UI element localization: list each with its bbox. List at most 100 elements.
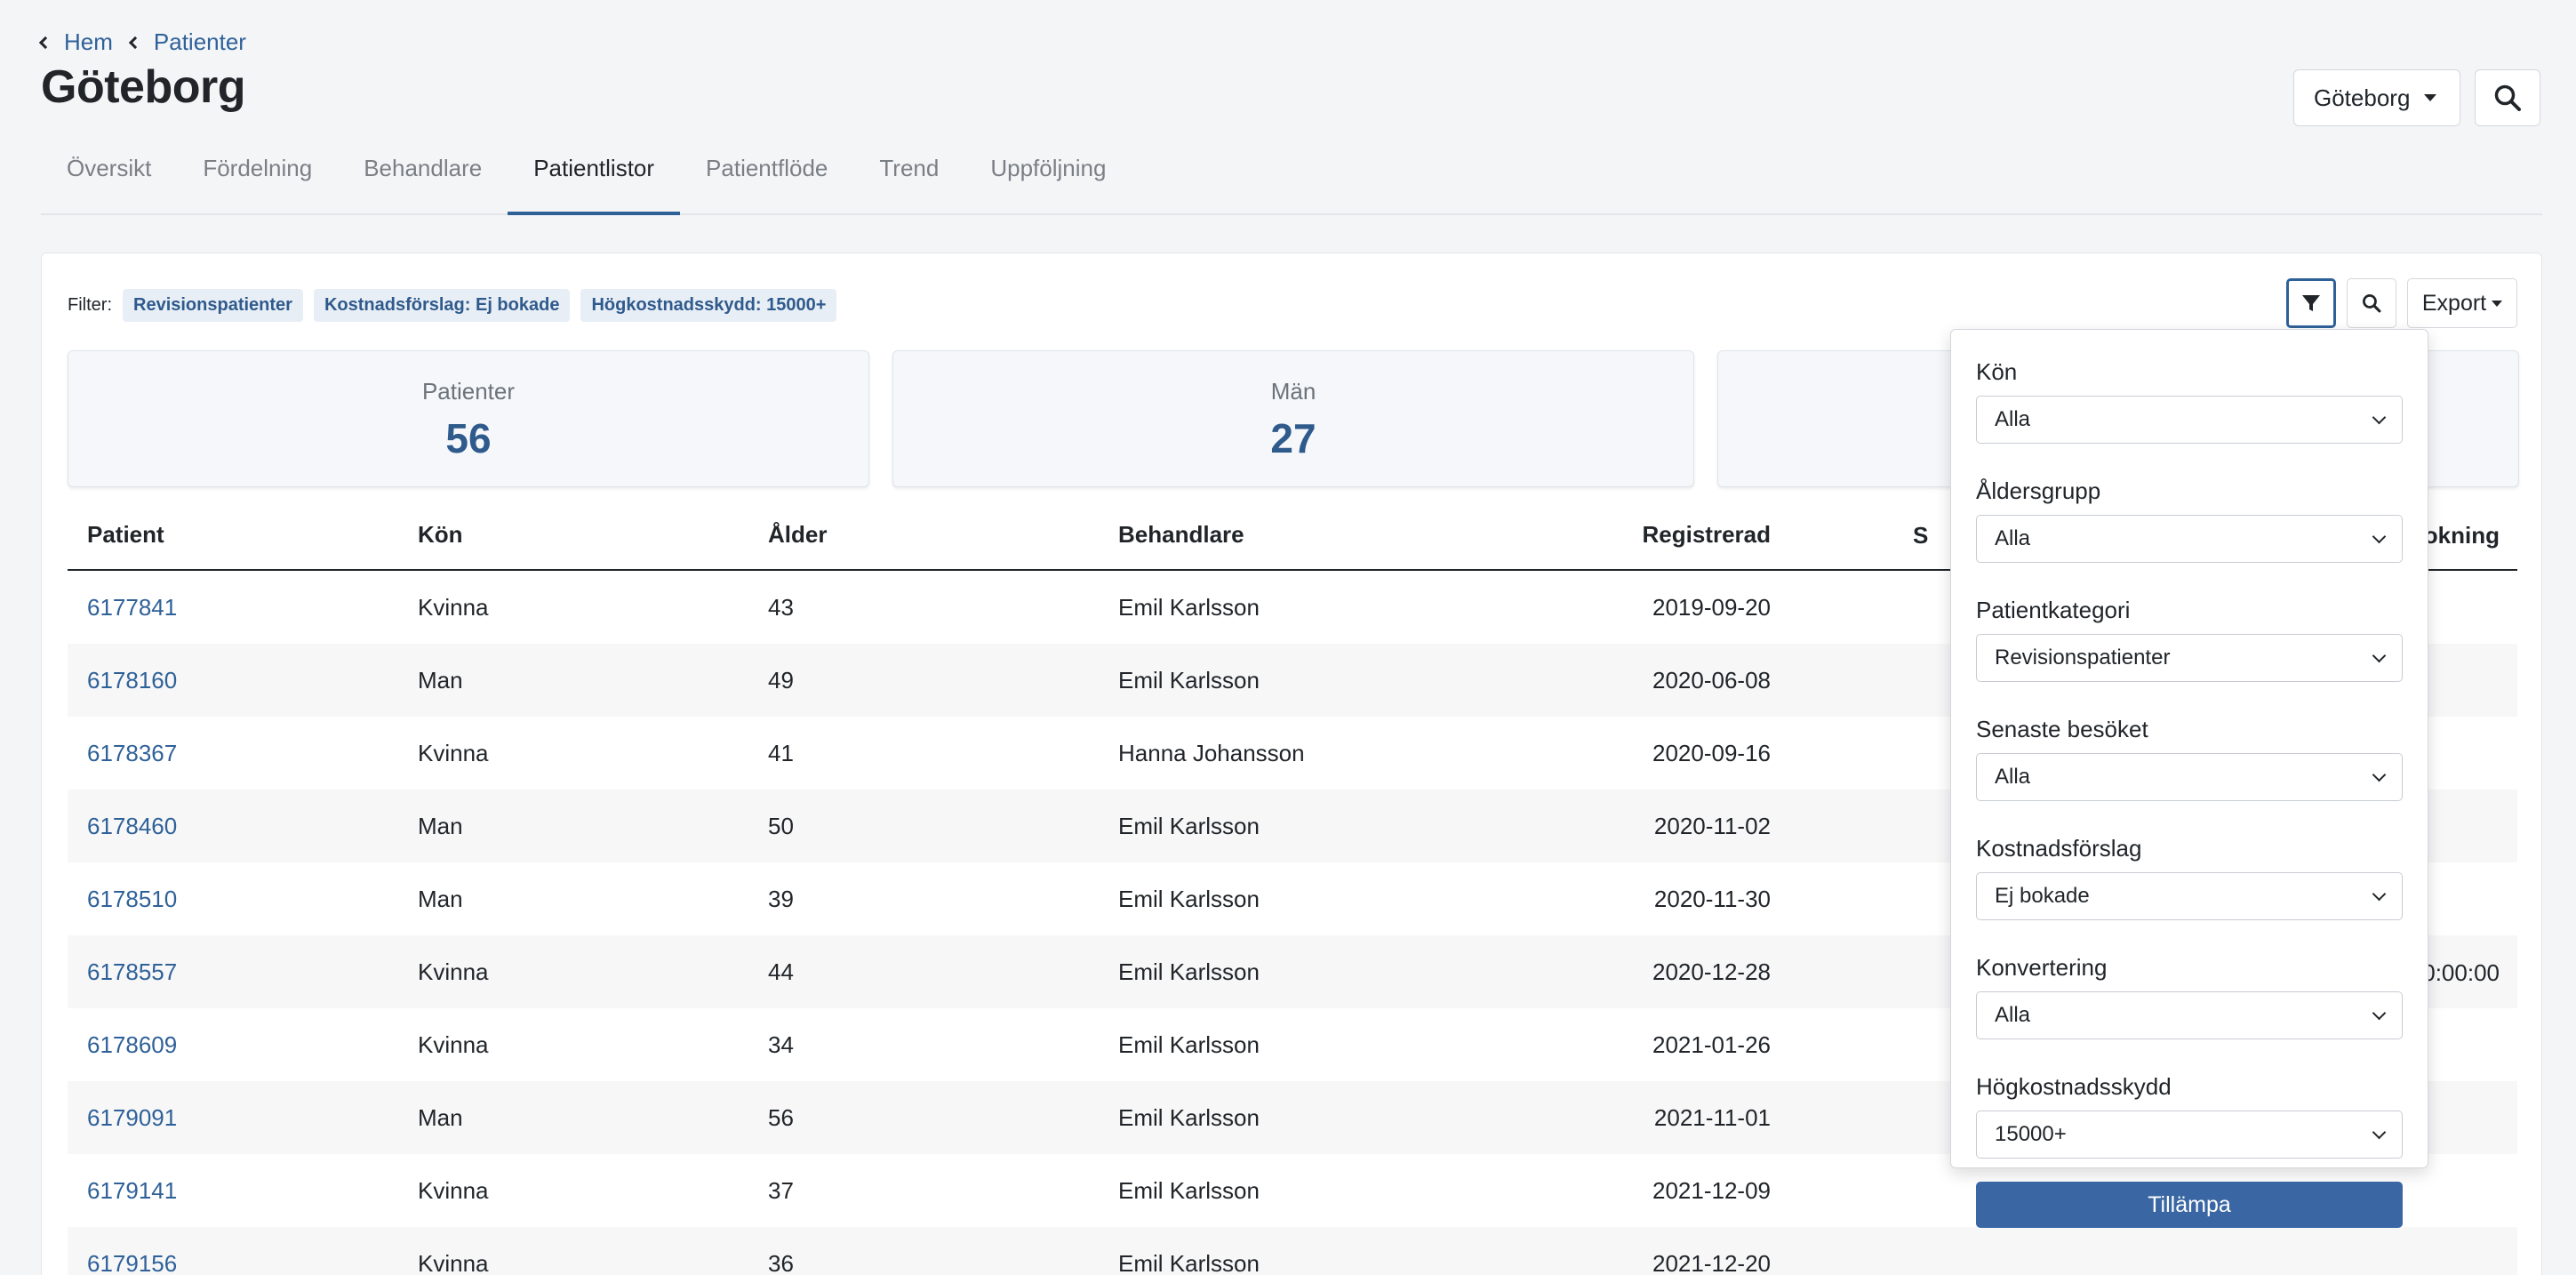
export-button[interactable]: Export <box>2407 278 2517 328</box>
breadcrumb: Hem Patienter <box>38 28 264 56</box>
table-row: 6179156 Kvinna 36 Emil Karlsson 2021-12-20 <box>68 1227 2517 1275</box>
patient-id-link-cell: 6178609 <box>68 1031 418 1059</box>
filter-dropdown-panel: Kön Alla Åldersgrupp Alla Patientkategori Rev… <box>1950 329 2428 1228</box>
chevron-left-icon <box>128 36 141 49</box>
filter-field-label: Kostnadsförslag <box>1976 835 2142 862</box>
column-header-kon[interactable]: Kön <box>418 521 768 549</box>
breadcrumb-label[interactable]: Hem <box>64 28 113 56</box>
cell-alder: 49 <box>768 666 794 694</box>
patient-id-link-cell: 6178460 <box>68 813 418 840</box>
cell-bokning-partial: 0:00:00 <box>2422 959 2500 986</box>
search-icon <box>2363 294 2381 313</box>
filter-field: Kostnadsförslag Ej bokade <box>1976 835 2403 920</box>
breadcrumb-label[interactable]: Patienter <box>154 28 246 56</box>
patient-id-link-cell: 6179141 <box>68 1177 418 1205</box>
tab-trend[interactable]: Trend <box>853 139 964 215</box>
breadcrumb-link-patienter[interactable]: Patienter <box>128 28 246 56</box>
patient-id-link[interactable]: 6178557 <box>87 958 177 985</box>
filter-select-value: Alla <box>1995 526 2031 550</box>
stat-box-man: Män 27 <box>892 350 1694 487</box>
patient-id-link-cell: 6177841 <box>68 594 418 621</box>
tab-patientflode[interactable]: Patientflöde <box>680 139 853 215</box>
filter-select[interactable]: Alla <box>1976 396 2403 444</box>
cell-registrerad: 2021-01-26 <box>1652 1030 1771 1058</box>
table-search-button[interactable] <box>2347 278 2396 328</box>
cell-kon: Man <box>418 812 463 839</box>
cell-behandlare: Hanna Johansson <box>1118 739 1305 766</box>
page-title: Göteborg <box>41 61 245 113</box>
apply-button[interactable]: Tillämpa <box>1976 1182 2403 1228</box>
tab-behandlare[interactable]: Behandlare <box>338 139 508 215</box>
cell-alder: 41 <box>768 739 794 766</box>
chevron-left-icon <box>38 36 52 49</box>
filter-field: Konvertering Alla <box>1976 954 2403 1039</box>
cell-registrerad: 2021-12-20 <box>1652 1249 1771 1275</box>
filter-select-value: Revisionspatienter <box>1995 646 2171 670</box>
tab-oversikt[interactable]: Översikt <box>41 139 177 215</box>
patient-id-link[interactable]: 6177841 <box>87 594 177 621</box>
patient-id-link-cell: 6178160 <box>68 667 418 694</box>
tab-uppfoljning[interactable]: Uppföljning <box>964 139 1132 215</box>
chevron-down-icon <box>2372 767 2387 782</box>
filter-select-value: Ej bokade <box>1995 884 2090 908</box>
patient-id-link[interactable]: 6178160 <box>87 667 177 694</box>
patient-id-link[interactable]: 6178609 <box>87 1031 177 1058</box>
column-header-patient[interactable]: Patient <box>68 521 418 549</box>
breadcrumb-link-hem[interactable]: Hem <box>38 28 113 56</box>
filter-select[interactable]: Alla <box>1976 991 2403 1039</box>
filter-label: Filter: <box>68 295 112 315</box>
column-header-bokning-partial[interactable]: okning <box>2424 522 2500 549</box>
filter-select-value: Alla <box>1995 765 2031 789</box>
cell-registrerad: 2020-11-02 <box>1653 812 1771 839</box>
filter-select-value: Alla <box>1995 407 2031 431</box>
filter-button[interactable] <box>2286 278 2336 328</box>
stat-box-patienter: Patienter 56 <box>68 350 869 487</box>
cell-behandlare: Emil Karlsson <box>1118 666 1260 694</box>
tab-patientlistor[interactable]: Patientlistor <box>508 139 681 215</box>
cell-alder: 34 <box>768 1030 794 1058</box>
cell-alder: 56 <box>768 1103 794 1131</box>
cell-alder: 43 <box>768 593 794 621</box>
cell-behandlare: Emil Karlsson <box>1118 593 1260 621</box>
cell-behandlare: Emil Karlsson <box>1118 1176 1260 1204</box>
cell-kon: Kvinna <box>418 1249 489 1275</box>
column-header-s-partial[interactable]: S <box>1913 522 1928 549</box>
active-filters: Filter: Revisionspatienter Kostnadsförsl… <box>68 289 847 322</box>
patient-id-link[interactable]: 6179141 <box>87 1177 177 1204</box>
filter-select[interactable]: Revisionspatienter <box>1976 634 2403 682</box>
column-header-alder[interactable]: Ålder <box>768 521 1118 549</box>
filter-field-label: Högkostnadsskydd <box>1976 1073 2172 1100</box>
cell-alder: 44 <box>768 958 794 985</box>
filter-select[interactable]: Alla <box>1976 753 2403 801</box>
patient-id-link[interactable]: 6179091 <box>87 1104 177 1131</box>
cell-behandlare: Emil Karlsson <box>1118 885 1260 912</box>
filter-select[interactable]: Ej bokade <box>1976 872 2403 920</box>
tab-fordelning[interactable]: Fördelning <box>177 139 338 215</box>
filter-select[interactable]: 15000+ <box>1976 1111 2403 1159</box>
stat-value: 27 <box>1270 415 1316 461</box>
chevron-down-icon <box>2372 1125 2387 1139</box>
patient-id-link[interactable]: 6178460 <box>87 813 177 839</box>
chevron-down-icon <box>2372 529 2387 543</box>
patient-id-link[interactable]: 6178367 <box>87 740 177 766</box>
filter-field-label: Åldersgrupp <box>1976 477 2101 504</box>
filter-chip: Högkostnadsskydd: 15000+ <box>580 289 837 322</box>
caret-down-icon <box>2424 94 2437 101</box>
patient-id-link-cell: 6178510 <box>68 886 418 913</box>
filter-field: Kön Alla <box>1976 358 2403 444</box>
export-label: Export <box>2421 290 2487 316</box>
cell-kon: Man <box>418 1103 463 1131</box>
patient-id-link[interactable]: 6179156 <box>87 1250 177 1275</box>
patient-id-link[interactable]: 6178510 <box>87 886 177 912</box>
column-header-registrerad[interactable]: Registrerad <box>1522 521 1772 549</box>
filter-field: Patientkategori Revisionspatienter <box>1976 597 2403 682</box>
chevron-down-icon <box>2372 886 2387 901</box>
filter-select[interactable]: Alla <box>1976 515 2403 563</box>
column-header-behandlare[interactable]: Behandlare <box>1118 521 1522 549</box>
city-select[interactable]: Göteborg <box>2293 69 2460 126</box>
cell-kon: Man <box>418 666 463 694</box>
search-icon <box>2494 84 2521 111</box>
cell-kon: Kvinna <box>418 1030 489 1058</box>
filter-field-label: Patientkategori <box>1976 597 2131 623</box>
global-search-button[interactable] <box>2475 69 2540 126</box>
